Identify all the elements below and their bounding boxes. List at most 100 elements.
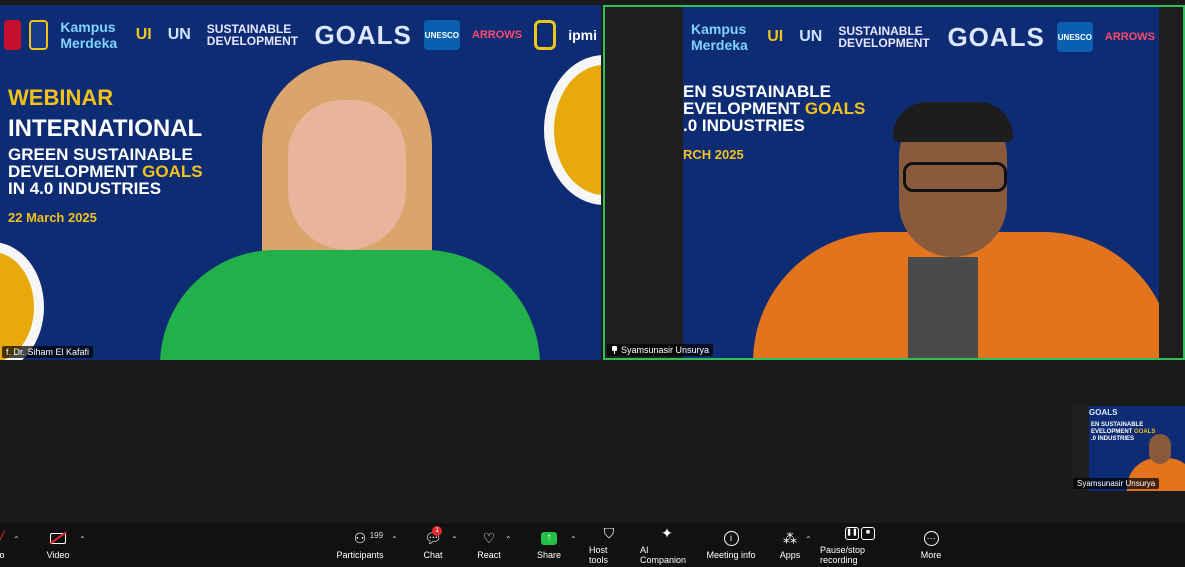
- logo-sdg-right: SUSTAINABLE DEVELOPMENT: [838, 24, 930, 50]
- host-tools-label: Host tools: [589, 545, 609, 565]
- audio-caret-icon[interactable]: ⌃: [13, 535, 20, 544]
- video-caret-icon[interactable]: ⌃: [79, 535, 86, 544]
- video-button[interactable]: Video: [44, 523, 72, 567]
- decor-circle-right: [544, 55, 601, 205]
- share-label: Share: [536, 550, 562, 560]
- shield-icon: ⛉: [603, 525, 615, 541]
- mic-off-icon: ╱: [0, 531, 5, 545]
- info-icon: i: [723, 530, 739, 546]
- video-right-frame: Kampus Merdeka UI UN SUSTAINABLE DEVELOP…: [683, 7, 1159, 358]
- banner-right-dev: EVELOPMENT GOALS: [683, 100, 865, 117]
- chat-icon: 💬︎ 1: [424, 526, 443, 546]
- name-tag-right: Syamsunasir Unsurya: [607, 344, 714, 356]
- chat-label: Chat: [423, 550, 443, 560]
- self-view-head: [1149, 434, 1171, 464]
- speaker-body: [160, 250, 540, 360]
- more-label: More: [920, 550, 942, 560]
- logo-strip: Kampus Merdeka UI UN SUSTAINABLE DEVELOP…: [0, 5, 601, 65]
- share-icon: ↑: [541, 530, 557, 546]
- host-tools-button[interactable]: ⛉ Host tools: [589, 523, 629, 567]
- logo-un-right: UN: [799, 28, 823, 45]
- participants-button[interactable]: ⚇ 199 Participants: [336, 523, 384, 567]
- meeting-info-button[interactable]: i Meeting info: [706, 523, 756, 567]
- chat-badge: 1: [432, 526, 443, 536]
- self-view-line1: EN SUSTAINABLE: [1091, 422, 1144, 428]
- speaker2-glasses: [903, 162, 1007, 192]
- self-view-thumbnail[interactable]: GOALS EN SUSTAINABLE EVELOPMENT GOALS .0…: [1071, 406, 1185, 491]
- logo-uin: UI: [135, 26, 152, 43]
- logo-book: [534, 20, 557, 50]
- logo-goals: GOALS: [314, 19, 412, 50]
- video-tile-right-active[interactable]: Kampus Merdeka UI UN SUSTAINABLE DEVELOP…: [603, 5, 1185, 360]
- apps-caret-icon[interactable]: ⌃: [805, 535, 812, 544]
- recording-button[interactable]: ❚❚ ■ Pause/stop recording: [820, 523, 900, 567]
- ai-companion-button[interactable]: ✦ AI Companion: [640, 523, 694, 567]
- speaker2-shirt: [908, 257, 978, 358]
- react-caret-icon[interactable]: ⌃: [505, 535, 512, 544]
- logo-badge-red: [4, 20, 22, 50]
- decor-circle-left: [0, 242, 44, 360]
- self-view-line2: EVELOPMENT GOALS: [1091, 429, 1155, 436]
- logo-arrows: ARROWS: [471, 29, 523, 41]
- logo-strip-right: Kampus Merdeka UI UN SUSTAINABLE DEVELOP…: [683, 7, 1159, 67]
- logo-ipmi: ipmi: [568, 27, 597, 43]
- recording-label: Pause/stop recording: [820, 545, 866, 565]
- react-label: React: [477, 550, 501, 560]
- chat-caret-icon[interactable]: ⌃: [451, 535, 458, 544]
- apps-label: Apps: [779, 550, 801, 560]
- audio-label: io: [0, 550, 5, 560]
- logo-arrows-right: ARROWS: [1104, 31, 1155, 43]
- banner-line-green: GREEN SUSTAINABLE: [8, 145, 193, 164]
- participants-icon: ⚇ 199: [353, 530, 384, 546]
- meeting-stage: Kampus Merdeka UI UN SUSTAINABLE DEVELOP…: [0, 0, 1185, 567]
- pin-icon: [611, 346, 618, 354]
- name-tag-left-text: f. Dr. Siham El Kafafi: [6, 347, 90, 357]
- participants-label: Participants: [336, 550, 384, 560]
- logo-unesco: UNESCO: [423, 20, 460, 50]
- record-icon: ❚❚ ■: [845, 525, 875, 541]
- participants-caret-icon[interactable]: ⌃: [391, 535, 398, 544]
- share-button[interactable]: ↑ Share: [537, 523, 561, 567]
- banner-date: 22 March 2025: [8, 210, 97, 225]
- react-icon: ♡: [482, 530, 496, 546]
- self-view-banner-text: EN SUSTAINABLE EVELOPMENT GOALS .0 INDUS…: [1091, 422, 1155, 443]
- logo-kampus-right: Kampus Merdeka: [691, 21, 748, 53]
- logo-kampus: Kampus Merdeka: [60, 19, 118, 51]
- speaker-face: [288, 100, 406, 250]
- name-tag-left: f. Dr. Siham El Kafafi: [2, 346, 94, 358]
- share-caret-icon[interactable]: ⌃: [570, 535, 577, 544]
- meeting-info-label: Meeting info: [706, 550, 756, 560]
- banner-right-date: RCH 2025: [683, 147, 744, 162]
- banner-right-dev-b: GOALS: [804, 99, 866, 118]
- participants-count: 199: [369, 531, 384, 540]
- ai-companion-label: AI Companion: [640, 545, 687, 565]
- banner-line-industries: IN 4.0 INDUSTRIES: [8, 179, 162, 198]
- speaker2-hair: [893, 102, 1013, 142]
- banner-right-green: EN SUSTAINABLE: [683, 82, 831, 101]
- video-label: Video: [46, 550, 70, 560]
- logo-sdg: SUSTAINABLE DEVELOPMENT: [206, 22, 299, 48]
- logo-un: UN: [167, 26, 191, 43]
- chat-button[interactable]: 💬︎ 1 Chat: [422, 523, 444, 567]
- video-tile-left[interactable]: Kampus Merdeka UI UN SUSTAINABLE DEVELOP…: [0, 5, 601, 360]
- logo-shield: [29, 20, 49, 50]
- name-tag-right-text: Syamsunasir Unsurya: [621, 345, 710, 355]
- self-view-line3: .0 INDUSTRIES: [1091, 436, 1135, 442]
- name-tag-self-text: Syamsunasir Unsurya: [1077, 479, 1156, 488]
- banner-line-dev: DEVELOPMENT GOALS: [8, 163, 203, 180]
- react-button[interactable]: ♡ React: [477, 523, 501, 567]
- name-tag-self: Syamsunasir Unsurya: [1073, 478, 1160, 489]
- logo-unesco-right: UNESCO: [1056, 22, 1093, 52]
- video-off-icon: [50, 530, 66, 546]
- banner-right-industries: .0 INDUSTRIES: [683, 116, 805, 135]
- sparkle-icon: ✦: [661, 525, 673, 541]
- self-view-line2a: EVELOPMENT: [1091, 429, 1135, 435]
- more-icon: ⋯: [923, 530, 939, 546]
- self-view-logos: GOALS: [1089, 408, 1118, 417]
- self-view-line2b: GOALS: [1134, 429, 1156, 435]
- logo-uin-right: UI: [767, 28, 784, 45]
- apps-button[interactable]: ⁂ Apps: [779, 523, 801, 567]
- audio-button[interactable]: ╱ io: [0, 523, 8, 567]
- banner-international: INTERNATIONAL: [8, 115, 203, 142]
- more-button[interactable]: ⋯ More: [918, 523, 944, 567]
